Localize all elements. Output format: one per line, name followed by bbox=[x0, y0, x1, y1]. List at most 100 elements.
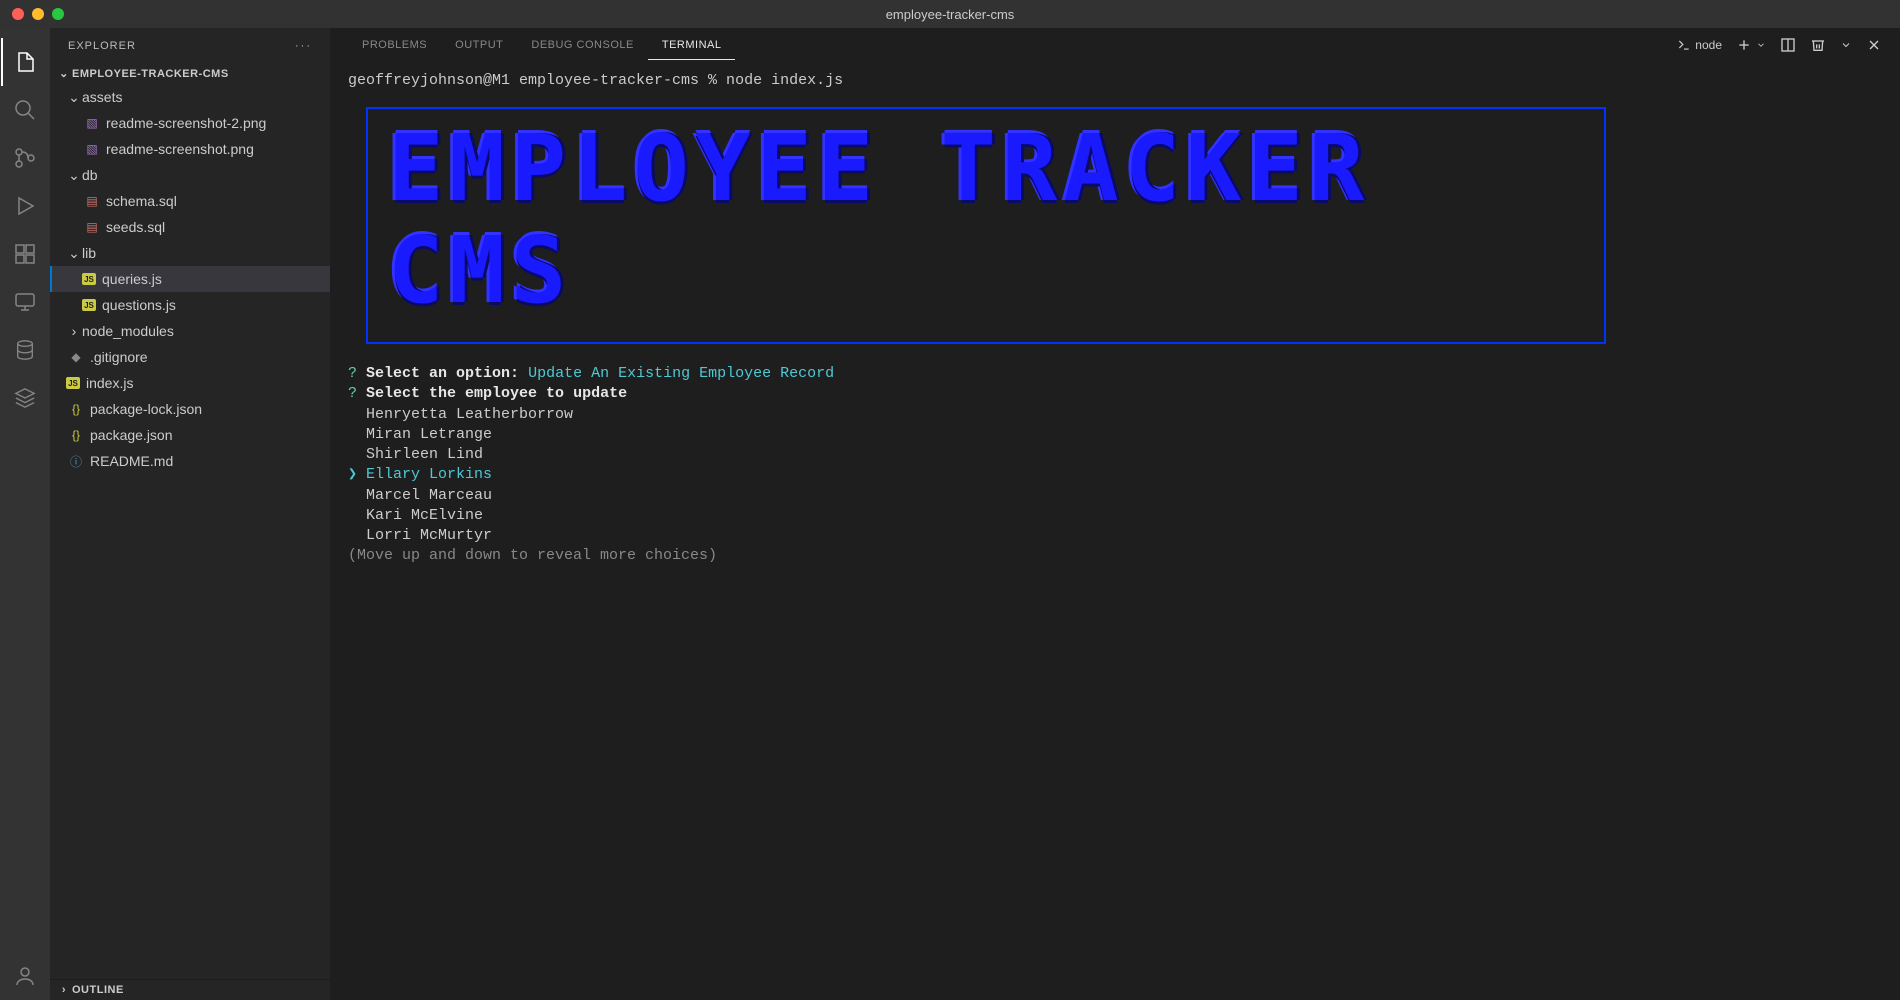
chevron-down-icon: ⌄ bbox=[66, 245, 82, 262]
file-label: package.json bbox=[90, 427, 173, 443]
file-readme-screenshot-2[interactable]: ▧ readme-screenshot-2.png bbox=[50, 110, 330, 136]
source-control-icon[interactable] bbox=[1, 134, 49, 182]
json-icon: {} bbox=[66, 402, 86, 416]
tab-output[interactable]: OUTPUT bbox=[441, 31, 517, 59]
file-label: questions.js bbox=[102, 297, 176, 313]
database-icon[interactable] bbox=[1, 326, 49, 374]
chevron-right-icon: › bbox=[66, 323, 82, 339]
chevron-down-icon: ⌄ bbox=[66, 89, 82, 106]
file-label: .gitignore bbox=[90, 349, 148, 365]
shell-label: node bbox=[1695, 38, 1722, 52]
project-name: EMPLOYEE-TRACKER-CMS bbox=[72, 68, 229, 80]
close-panel-button[interactable] bbox=[1866, 37, 1882, 53]
file-queries-js[interactable]: JS queries.js bbox=[50, 266, 330, 292]
json-icon: {} bbox=[66, 428, 86, 442]
folder-label: lib bbox=[82, 245, 96, 261]
terminal-prompt: geoffreyjohnson@M1 employee-tracker-cms … bbox=[348, 71, 1882, 91]
stack-icon[interactable] bbox=[1, 374, 49, 422]
file-questions-js[interactable]: JS questions.js bbox=[50, 292, 330, 318]
terminal[interactable]: geoffreyjohnson@M1 employee-tracker-cms … bbox=[330, 63, 1900, 1000]
file-tree: ⌄ assets ▧ readme-screenshot-2.png ▧ rea… bbox=[50, 84, 330, 474]
tab-problems[interactable]: PROBLEMS bbox=[348, 31, 441, 59]
file-label: index.js bbox=[86, 375, 133, 391]
option-item[interactable]: Kari McElvine bbox=[348, 506, 1882, 526]
new-terminal-button[interactable] bbox=[1736, 37, 1766, 53]
file-readme-screenshot[interactable]: ▧ readme-screenshot.png bbox=[50, 136, 330, 162]
file-package-json[interactable]: {} package.json bbox=[50, 422, 330, 448]
chevron-down-icon: ⌄ bbox=[56, 67, 72, 80]
image-icon: ▧ bbox=[82, 116, 102, 130]
maximize-window-button[interactable] bbox=[52, 8, 64, 20]
file-label: readme-screenshot-2.png bbox=[106, 115, 266, 131]
option-item[interactable]: Miran Letrange bbox=[348, 425, 1882, 445]
sql-icon: ▤ bbox=[82, 220, 102, 234]
file-index-js[interactable]: JS index.js bbox=[50, 370, 330, 396]
file-label: schema.sql bbox=[106, 193, 177, 209]
file-gitignore[interactable]: ◆ .gitignore bbox=[50, 344, 330, 370]
tab-terminal[interactable]: TERMINAL bbox=[648, 31, 736, 60]
file-label: readme-screenshot.png bbox=[106, 141, 254, 157]
banner-line-1: EMPLOYEE TRACKER bbox=[388, 125, 1584, 212]
folder-label: node_modules bbox=[82, 323, 174, 339]
image-icon: ▧ bbox=[82, 142, 102, 156]
folder-assets[interactable]: ⌄ assets bbox=[50, 84, 330, 110]
close-window-button[interactable] bbox=[12, 8, 24, 20]
prompt-line-2: ? Select the employee to update bbox=[348, 384, 1882, 404]
tab-debug-console[interactable]: DEBUG CONSOLE bbox=[517, 31, 647, 59]
chevron-down-icon: ⌄ bbox=[66, 167, 82, 184]
prompt-line-1: ? Select an option: Update An Existing E… bbox=[348, 364, 1882, 384]
sql-icon: ▤ bbox=[82, 194, 102, 208]
js-icon: JS bbox=[82, 273, 96, 285]
file-label: seeds.sql bbox=[106, 219, 165, 235]
minimize-window-button[interactable] bbox=[32, 8, 44, 20]
window-title: employee-tracker-cms bbox=[886, 7, 1015, 22]
traffic-lights bbox=[12, 8, 64, 20]
explorer-icon[interactable] bbox=[1, 38, 49, 86]
folder-db[interactable]: ⌄ db bbox=[50, 162, 330, 188]
option-item[interactable]: Marcel Marceau bbox=[348, 486, 1882, 506]
gitignore-icon: ◆ bbox=[66, 350, 86, 364]
outline-label: OUTLINE bbox=[72, 984, 124, 996]
folder-lib[interactable]: ⌄ lib bbox=[50, 240, 330, 266]
file-label: queries.js bbox=[102, 271, 162, 287]
outline-header[interactable]: › OUTLINE bbox=[50, 979, 330, 1000]
js-icon: JS bbox=[82, 299, 96, 311]
js-icon: JS bbox=[66, 377, 80, 389]
project-header[interactable]: ⌄ EMPLOYEE-TRACKER-CMS bbox=[50, 63, 330, 84]
option-list: Henryetta Leatherborrow Miran Letrange S… bbox=[348, 405, 1882, 547]
file-schema-sql[interactable]: ▤ schema.sql bbox=[50, 188, 330, 214]
option-item[interactable]: Shirleen Lind bbox=[348, 445, 1882, 465]
extensions-icon[interactable] bbox=[1, 230, 49, 278]
info-icon: ⓘ bbox=[66, 453, 86, 470]
option-item[interactable]: Henryetta Leatherborrow bbox=[348, 405, 1882, 425]
main-layout: EXPLORER ··· ⌄ EMPLOYEE-TRACKER-CMS ⌄ as… bbox=[0, 28, 1900, 1000]
file-label: package-lock.json bbox=[90, 401, 202, 417]
option-item[interactable]: ❯ Ellary Lorkins bbox=[348, 465, 1882, 485]
debug-icon[interactable] bbox=[1, 182, 49, 230]
more-icon[interactable]: ··· bbox=[295, 40, 312, 52]
folder-label: assets bbox=[82, 89, 122, 105]
explorer-label: EXPLORER bbox=[68, 40, 136, 52]
file-seeds-sql[interactable]: ▤ seeds.sql bbox=[50, 214, 330, 240]
banner-line-2: CMS bbox=[388, 227, 1584, 314]
search-icon[interactable] bbox=[1, 86, 49, 134]
prompt-hint: (Move up and down to reveal more choices… bbox=[348, 546, 1882, 566]
activity-bar bbox=[0, 28, 50, 1000]
maximize-panel-button[interactable] bbox=[1840, 39, 1852, 51]
kill-terminal-button[interactable] bbox=[1810, 37, 1826, 53]
shell-selector[interactable]: node bbox=[1677, 38, 1722, 52]
remote-icon[interactable] bbox=[1, 278, 49, 326]
file-package-lock[interactable]: {} package-lock.json bbox=[50, 396, 330, 422]
folder-node-modules[interactable]: › node_modules bbox=[50, 318, 330, 344]
split-terminal-button[interactable] bbox=[1780, 37, 1796, 53]
account-icon[interactable] bbox=[1, 952, 49, 1000]
panel-actions: node bbox=[1677, 37, 1882, 53]
file-label: README.md bbox=[90, 453, 173, 469]
panel-tabs: PROBLEMS OUTPUT DEBUG CONSOLE TERMINAL n… bbox=[330, 28, 1900, 63]
folder-label: db bbox=[82, 167, 98, 183]
chevron-right-icon: › bbox=[56, 984, 72, 996]
ascii-banner: EMPLOYEE TRACKER CMS bbox=[366, 107, 1606, 344]
titlebar: employee-tracker-cms bbox=[0, 0, 1900, 28]
file-readme[interactable]: ⓘ README.md bbox=[50, 448, 330, 474]
option-item[interactable]: Lorri McMurtyr bbox=[348, 526, 1882, 546]
